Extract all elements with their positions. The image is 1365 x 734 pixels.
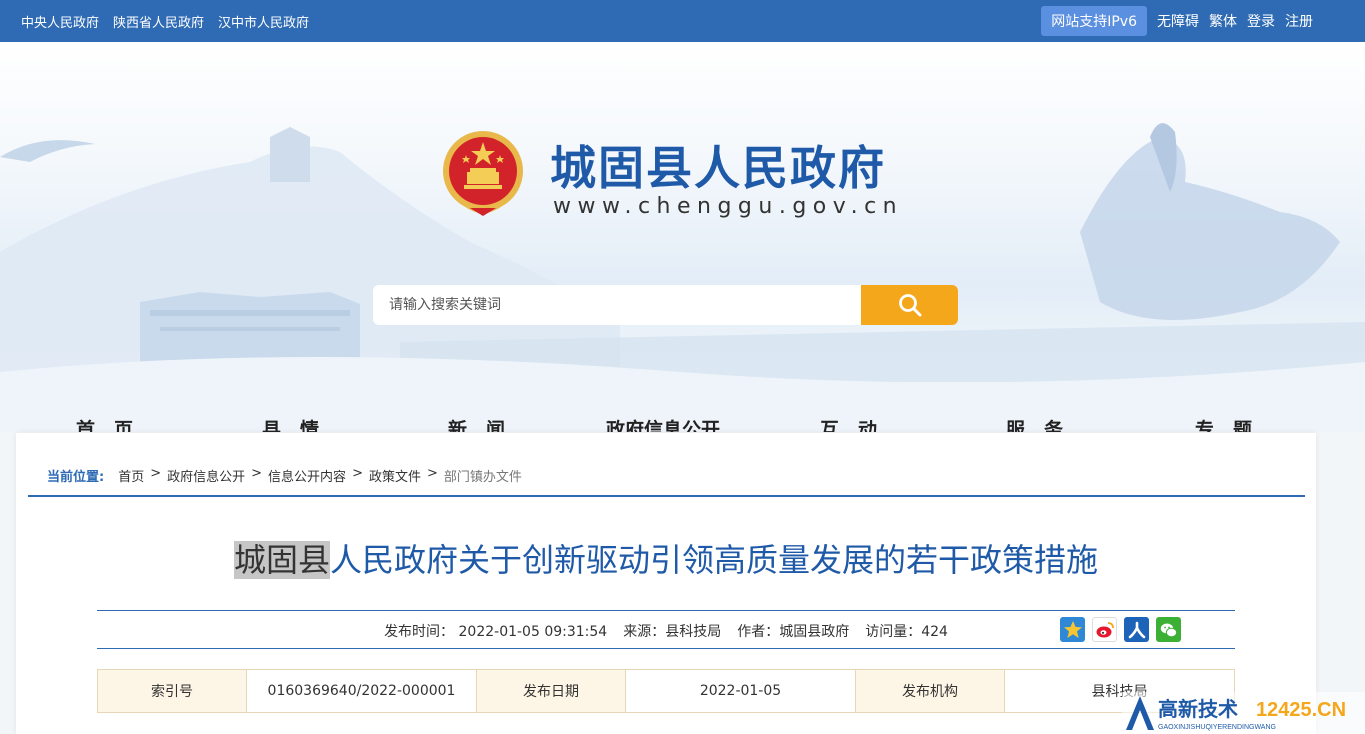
publish-time: 发布时间： 2022-01-05 09:31:54 bbox=[384, 624, 608, 640]
nav-gov-info-disclosure[interactable]: 政府信息公开 bbox=[606, 415, 720, 432]
site-watermark-logo: 高新技术 12425.CN GAOXINJISHUQIYERENDINGWANG bbox=[1122, 692, 1365, 734]
nav-county-info[interactable]: 县 情 bbox=[262, 415, 319, 432]
nav-news[interactable]: 新 闻 bbox=[448, 415, 505, 432]
content-card: 当前位置: 首页 > 政府信息公开 > 信息公开内容 > 政策文件 > 部门镇办… bbox=[16, 433, 1316, 734]
index-number-value: 0160369640/2022-000001 bbox=[246, 669, 477, 713]
breadcrumb-policy-docs[interactable]: 政策文件 bbox=[369, 466, 421, 485]
traditional-chinese-link[interactable]: 繁体 bbox=[1209, 11, 1237, 31]
breadcrumb-label: 当前位置: bbox=[47, 470, 105, 485]
search-button[interactable] bbox=[861, 285, 958, 325]
breadcrumb-gov-info[interactable]: 政府信息公开 bbox=[167, 466, 245, 485]
watermark-text: 高新技术 bbox=[1158, 697, 1238, 721]
article-title-highlight: 城固县 bbox=[233, 541, 330, 579]
publish-date-label: 发布日期 bbox=[476, 669, 626, 713]
national-emblem-logo bbox=[443, 131, 523, 216]
article-author: 作者：城固县政府 bbox=[737, 624, 850, 640]
search-icon bbox=[898, 294, 921, 317]
banner-landscape-illustration bbox=[0, 123, 1365, 432]
breadcrumb-separator: > bbox=[426, 466, 438, 481]
top-actions: 网站支持IPv6 无障碍 繁体 登录 注册 bbox=[1041, 0, 1313, 42]
wechat-icon[interactable] bbox=[1156, 617, 1181, 642]
site-url: www.chenggu.gov.cn bbox=[553, 194, 904, 219]
main-nav: 首 页 县 情 新 闻 政府信息公开 互 动 服 务 专 题 bbox=[0, 415, 1365, 432]
watermark-pinyin: GAOXINJISHUQIYERENDINGWANG bbox=[1158, 724, 1276, 731]
header-banner: 城固县人民政府 www.chenggu.gov.cn 首 页 县 情 新 闻 政… bbox=[0, 42, 1365, 432]
view-count: 访问量：424 bbox=[865, 624, 948, 640]
breadcrumb-info-content[interactable]: 信息公开内容 bbox=[268, 466, 346, 485]
link-shaanxi-gov[interactable]: 陕西省人民政府 bbox=[113, 12, 204, 31]
share-buttons bbox=[1060, 617, 1181, 642]
breadcrumb-separator: > bbox=[352, 466, 363, 481]
top-bar: 中央人民政府 陕西省人民政府 汉中市人民政府 网站支持IPv6 无障碍 繁体 登… bbox=[0, 0, 1365, 42]
renren-icon[interactable] bbox=[1124, 617, 1149, 642]
link-central-gov[interactable]: 中央人民政府 bbox=[21, 12, 99, 31]
site-title: 城固县人民政府 bbox=[550, 141, 886, 195]
login-link[interactable]: 登录 bbox=[1247, 11, 1275, 31]
top-links: 中央人民政府 陕西省人民政府 汉中市人民政府 bbox=[21, 0, 309, 42]
article-title-text: 人民政府关于创新驱动引领高质量发展的若干政策措施 bbox=[330, 541, 1099, 579]
nav-home[interactable]: 首 页 bbox=[76, 415, 133, 432]
link-hanzhong-gov[interactable]: 汉中市人民政府 bbox=[218, 12, 309, 31]
meta-divider-top bbox=[97, 610, 1235, 611]
breadcrumb-home[interactable]: 首页 bbox=[118, 466, 144, 485]
meta-divider-bottom bbox=[97, 648, 1235, 649]
article-source: 来源：县科技局 bbox=[623, 624, 722, 640]
watermark-site: 12425.CN bbox=[1256, 699, 1346, 721]
nav-interaction[interactable]: 互 动 bbox=[820, 415, 877, 432]
nav-services[interactable]: 服 务 bbox=[1006, 415, 1063, 432]
publish-date-value: 2022-01-05 bbox=[625, 669, 856, 713]
weibo-icon[interactable] bbox=[1092, 617, 1117, 642]
qzone-icon[interactable] bbox=[1060, 617, 1085, 642]
document-info-table: 索引号 0160369640/2022-000001 发布日期 2022-01-… bbox=[97, 669, 1235, 713]
nav-topics[interactable]: 专 题 bbox=[1195, 415, 1252, 432]
breadcrumb-current: 部门镇办文件 bbox=[443, 470, 522, 485]
breadcrumb-separator: > bbox=[251, 466, 263, 481]
index-number-label: 索引号 bbox=[97, 669, 247, 713]
breadcrumb: 当前位置: 首页 > 政府信息公开 > 信息公开内容 > 政策文件 > 部门镇办… bbox=[47, 466, 522, 485]
breadcrumb-divider bbox=[28, 495, 1305, 497]
accessibility-link[interactable]: 无障碍 bbox=[1157, 11, 1199, 31]
publishing-org-label: 发布机构 bbox=[855, 669, 1005, 713]
table-row: 索引号 0160369640/2022-000001 发布日期 2022-01-… bbox=[97, 669, 1235, 713]
breadcrumb-separator: > bbox=[150, 466, 162, 481]
search-input[interactable] bbox=[373, 285, 861, 325]
register-link[interactable]: 注册 bbox=[1285, 11, 1313, 31]
ipv6-badge: 网站支持IPv6 bbox=[1041, 6, 1147, 36]
article-title: 城固县人民政府关于创新驱动引领高质量发展的若干政策措施 bbox=[16, 535, 1316, 581]
